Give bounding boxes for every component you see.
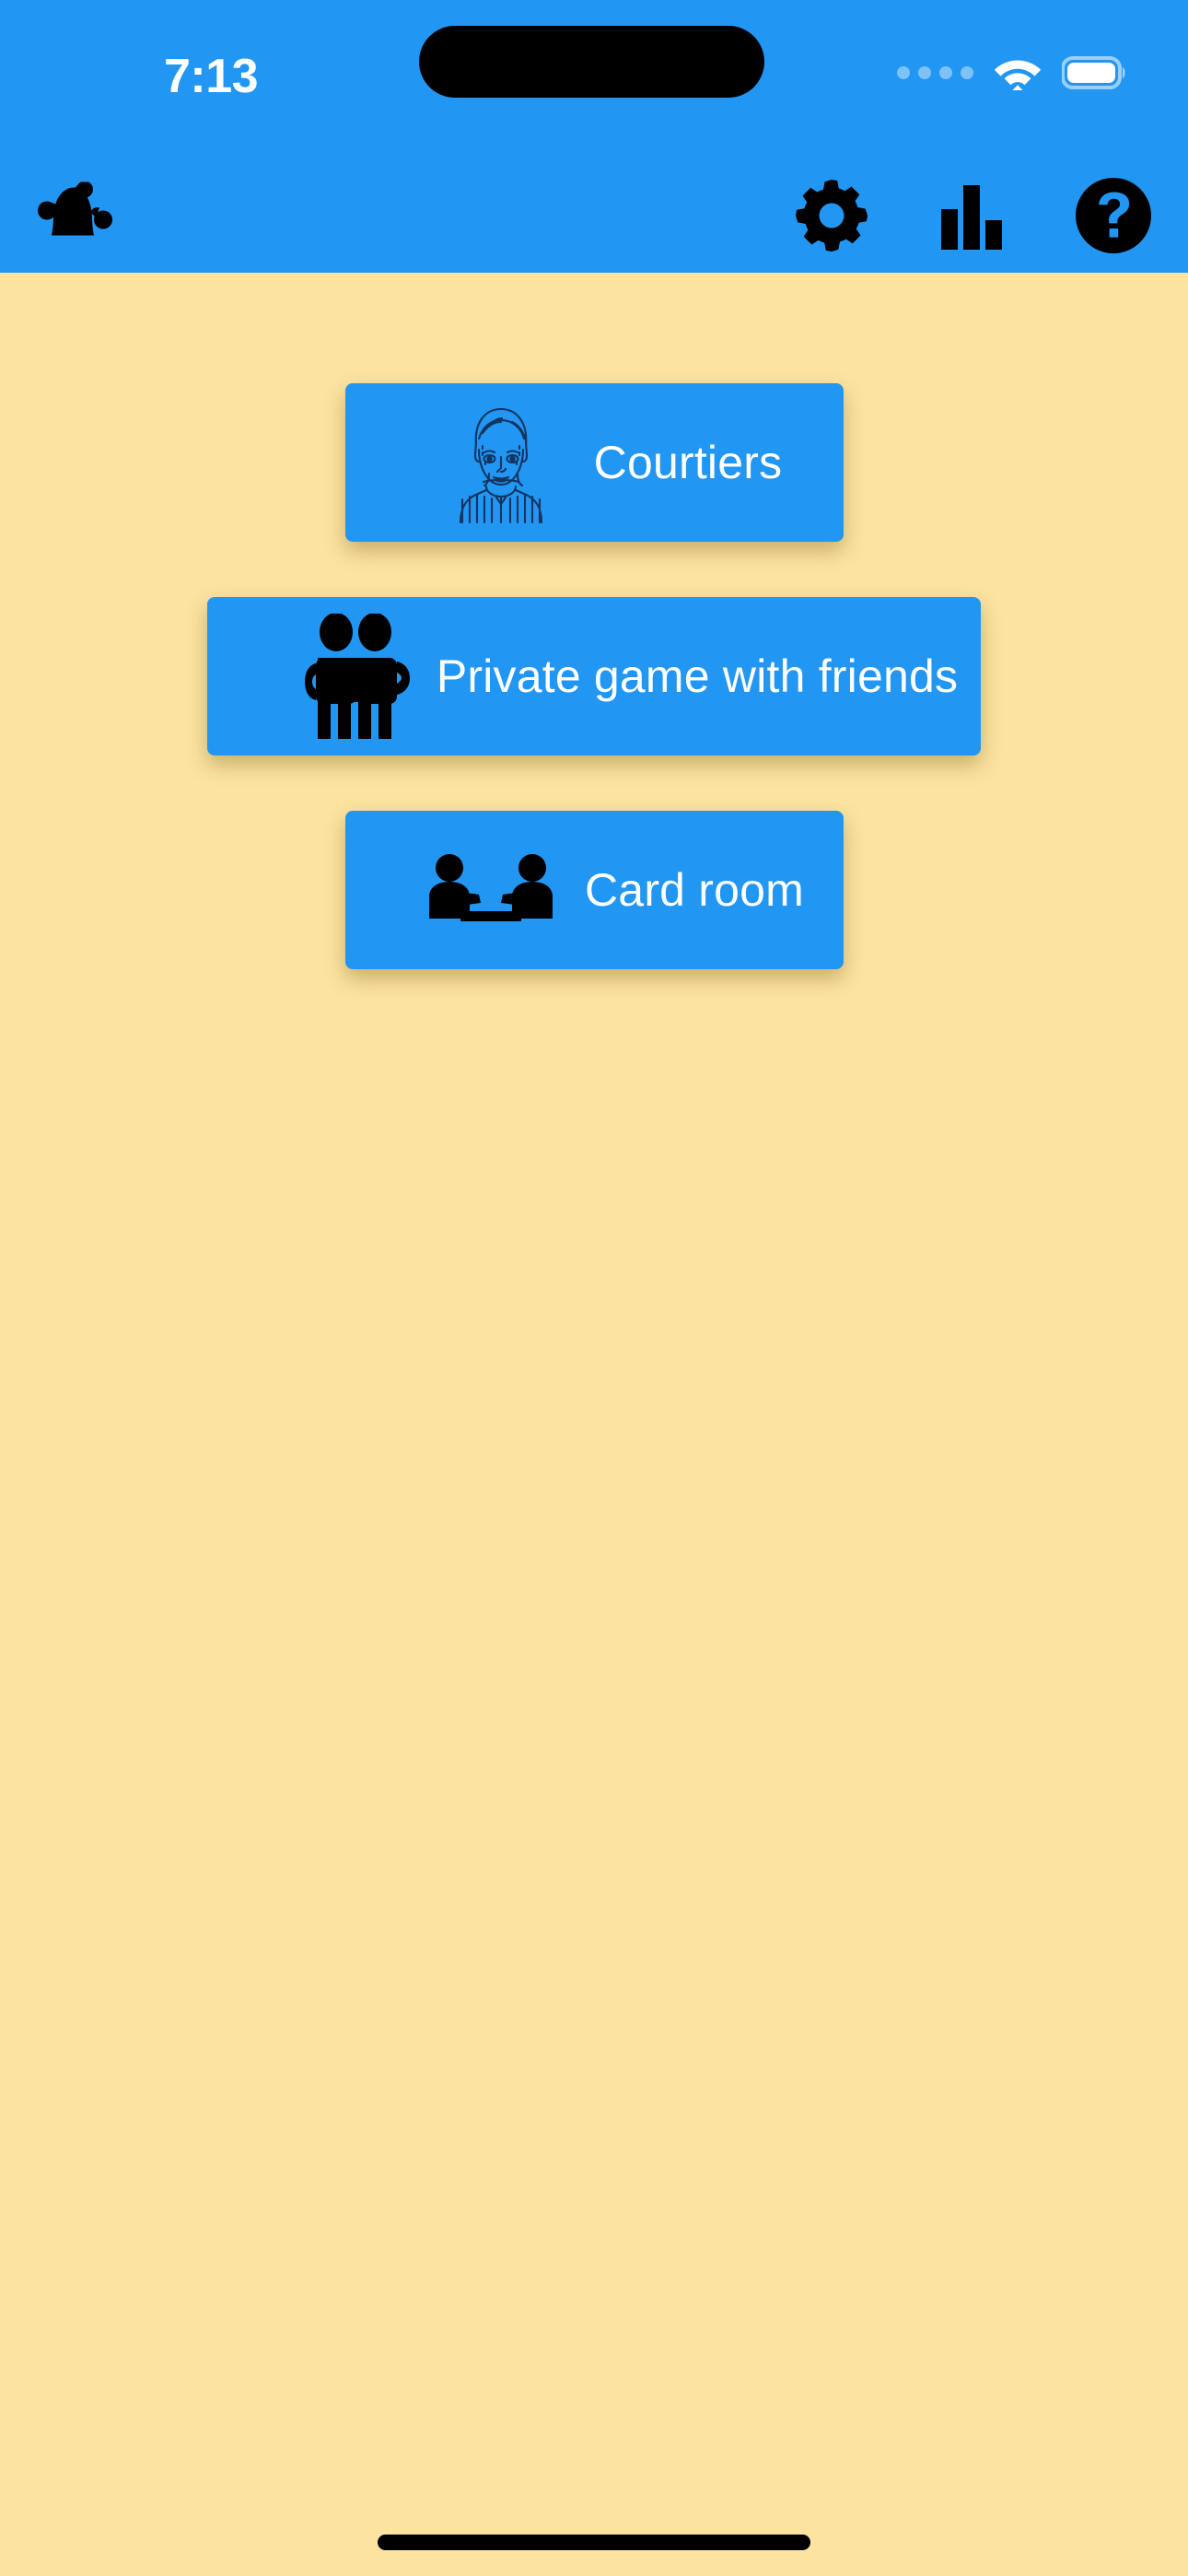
main-menu: Courtiers Private game with friends Card… <box>0 383 1188 969</box>
wifi-icon <box>994 60 1042 90</box>
app-logo-button[interactable] <box>37 181 112 250</box>
portrait-face-icon <box>432 402 570 523</box>
status-bar-time: 7:13 <box>164 50 259 103</box>
gear-icon <box>796 180 868 252</box>
jester-hat-icon <box>38 181 112 236</box>
players-at-table-icon <box>417 854 565 926</box>
card-room-button[interactable]: Card room <box>344 811 844 969</box>
app-bar <box>0 158 1188 273</box>
help-button[interactable] <box>1076 178 1151 253</box>
main-content: Courtiers Private game with friends Card… <box>0 273 1188 2576</box>
card-room-button-label: Card room <box>585 864 804 916</box>
home-indicator-bar[interactable] <box>378 2535 810 2550</box>
status-bar-indicators <box>897 51 1128 95</box>
dynamic-island <box>419 26 764 98</box>
phone-screen: 7:13 Courtiers Private game with friends… <box>0 0 1188 2576</box>
question-mark-circle-icon <box>1076 178 1151 253</box>
private-game-button[interactable]: Private game with friends <box>207 597 981 755</box>
statistics-button[interactable] <box>939 181 1004 250</box>
status-bar: 7:13 <box>0 0 1188 158</box>
two-people-icon <box>295 614 424 739</box>
app-bar-actions <box>796 178 1151 253</box>
signal-dots-icon <box>897 66 973 79</box>
settings-button[interactable] <box>796 180 868 252</box>
courtiers-button-label: Courtiers <box>593 437 783 488</box>
private-game-button-label: Private game with friends <box>436 650 959 702</box>
courtiers-button[interactable]: Courtiers <box>344 383 844 542</box>
bar-chart-icon <box>941 185 1002 250</box>
battery-icon <box>1062 56 1125 89</box>
